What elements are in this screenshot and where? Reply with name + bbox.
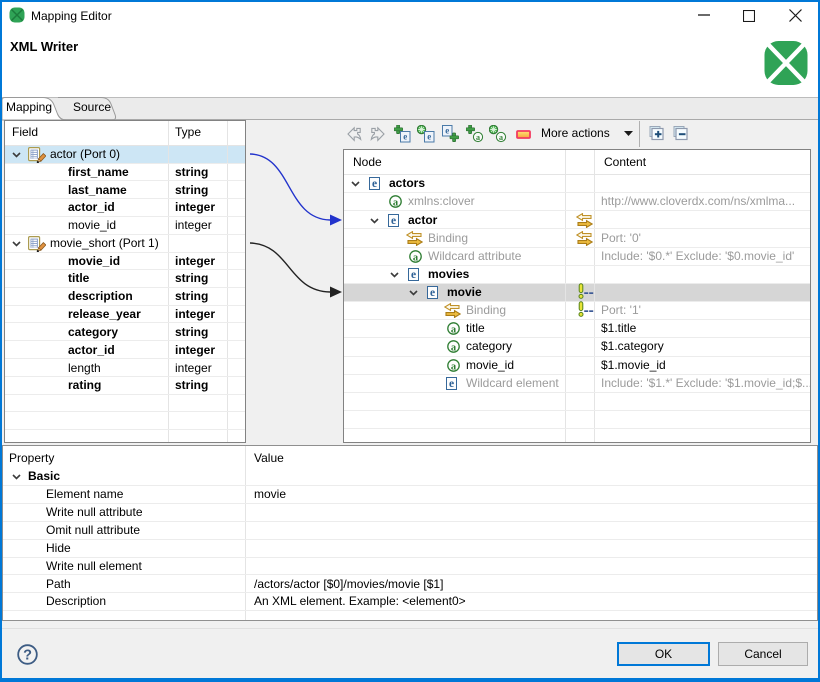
svg-text:a: a xyxy=(450,342,456,353)
svg-text:e: e xyxy=(449,378,454,390)
svg-text:e: e xyxy=(403,132,407,142)
svg-text:e: e xyxy=(372,178,377,190)
svg-text:a: a xyxy=(450,361,456,372)
svg-text:a: a xyxy=(499,133,503,142)
svg-text:e: e xyxy=(430,287,435,299)
svg-text:e: e xyxy=(411,269,416,281)
svg-text:a: a xyxy=(476,133,480,142)
svg-text:a: a xyxy=(412,252,418,263)
svg-text:e: e xyxy=(427,132,431,142)
svg-text:a: a xyxy=(450,324,456,335)
svg-text:e: e xyxy=(391,215,396,227)
svg-text:a: a xyxy=(392,197,398,208)
svg-text:?: ? xyxy=(23,648,32,664)
svg-text:e: e xyxy=(445,126,449,136)
